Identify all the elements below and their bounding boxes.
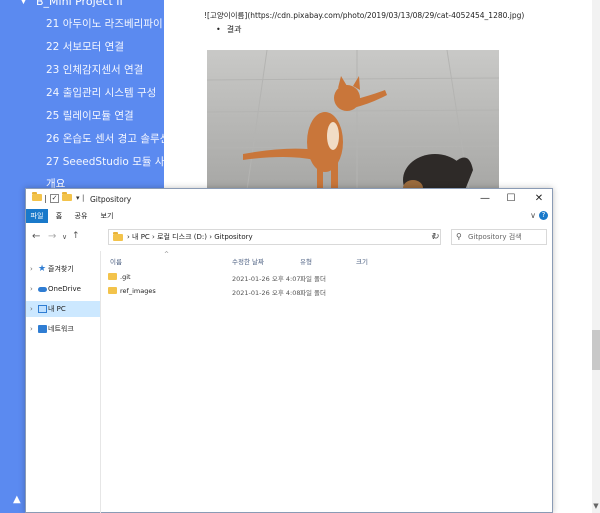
navigation-pane: › ★ 즐겨찾기 › OneDrive › 내 PC › 네트워크 — [26, 251, 101, 513]
file-type: 파일 폴더 — [300, 289, 326, 297]
file-type: 파일 폴더 — [300, 275, 326, 283]
page-scrollbar-thumb[interactable] — [592, 330, 600, 370]
bullet-text: 결과 — [226, 25, 242, 34]
table-row[interactable]: ref_images 2021-01-26 오후 4:08 파일 폴더 — [106, 285, 546, 297]
folder-icon — [32, 192, 42, 203]
search-box[interactable]: ⚲ — [451, 229, 547, 245]
up-icon[interactable]: ↑ — [72, 231, 80, 241]
nav-item-onedrive[interactable]: › OneDrive — [26, 281, 100, 297]
cat-photo-image — [207, 50, 499, 190]
back-icon[interactable]: ← — [32, 231, 40, 242]
scroll-down-icon[interactable]: ▼ — [592, 502, 600, 510]
markdown-image-line: ![고양이이름](https://cdn.pixabay.com/photo/2… — [204, 11, 525, 20]
nav-item-label: 네트워크 — [48, 325, 74, 333]
close-icon[interactable]: ✕ — [526, 189, 552, 209]
nav-item-label: 내 PC — [48, 305, 66, 313]
cat-photo — [207, 50, 499, 190]
expand-chevron-icon[interactable]: › — [30, 261, 33, 277]
refresh-icon[interactable]: ↻ — [432, 232, 440, 242]
file-name: ref_images — [120, 287, 156, 295]
minimize-icon[interactable]: — — [472, 189, 498, 209]
file-name: .git — [120, 273, 131, 281]
title-separator: | — [82, 194, 85, 202]
sidebar-project-title[interactable]: B_Mini Project II — [36, 0, 123, 8]
tab-home[interactable]: 홈 — [52, 209, 66, 223]
column-header-modified[interactable]: 수정한 날짜 — [232, 256, 264, 266]
file-list: ^ 이름 수정한 날짜 유형 크기 .git 2021-01-26 오후 4:0… — [106, 251, 552, 513]
title-bar[interactable]: | ✓ ▾ | Gitpository — ☐ ✕ — [26, 189, 552, 209]
expand-chevron-icon[interactable]: › — [30, 301, 33, 317]
breadcrumb-pc[interactable]: 내 PC — [132, 233, 150, 241]
nav-item-quick-access[interactable]: › ★ 즐겨찾기 — [26, 261, 100, 277]
quick-access-separator: | — [44, 194, 47, 203]
address-bar[interactable]: › 내 PC › 로컬 디스크 (D:) › Gitpository ∨ — [108, 229, 441, 245]
help-icon[interactable]: ? — [539, 211, 548, 220]
tab-file[interactable]: 파일 — [26, 209, 48, 223]
scroll-up-icon[interactable]: ▲ — [13, 494, 21, 505]
address-folder-icon — [113, 232, 123, 241]
nav-item-label: 즐겨찾기 — [48, 265, 74, 273]
ribbon-tabs: 파일 홈 공유 보기 ∨ ? — [26, 209, 552, 223]
customize-quick-access-icon[interactable]: ▾ — [76, 194, 80, 202]
nav-item-this-pc[interactable]: › 내 PC — [26, 301, 100, 317]
tab-view[interactable]: 보기 — [96, 209, 118, 223]
breadcrumb-drive[interactable]: 로컬 디스크 (D:) — [157, 233, 207, 241]
file-modified: 2021-01-26 오후 4:08 — [232, 289, 301, 297]
nav-item-label: OneDrive — [48, 285, 81, 293]
column-header-name[interactable]: 이름 — [110, 256, 122, 266]
collapse-caret-icon[interactable]: ▼ — [20, 0, 27, 6]
column-header-type[interactable]: 유형 — [300, 256, 312, 266]
search-input[interactable] — [468, 231, 544, 243]
new-folder-icon[interactable] — [62, 192, 72, 203]
window-title: Gitpository — [90, 195, 132, 204]
cloud-icon — [38, 287, 47, 292]
bullet-dot-icon: • — [216, 25, 221, 34]
folder-icon — [108, 287, 117, 294]
properties-icon[interactable]: ✓ — [50, 194, 59, 203]
forward-icon[interactable]: → — [48, 231, 56, 242]
maximize-icon[interactable]: ☐ — [498, 189, 524, 209]
pc-icon — [38, 305, 47, 313]
search-icon: ⚲ — [456, 232, 462, 241]
expand-chevron-icon[interactable]: › — [30, 321, 33, 337]
breadcrumb-folder[interactable]: Gitpository — [214, 233, 252, 241]
file-explorer-window: | ✓ ▾ | Gitpository — ☐ ✕ 파일 홈 공유 보기 ∨ ?… — [25, 188, 553, 513]
expand-ribbon-icon[interactable]: ∨ — [530, 211, 536, 220]
address-bar-row: ← → ∨ ↑ › 내 PC › 로컬 디스크 (D:) › Gitposito… — [26, 227, 552, 249]
table-row[interactable]: .git 2021-01-26 오후 4:07 파일 폴더 — [106, 271, 546, 283]
network-icon — [38, 325, 47, 333]
sort-caret-icon: ^ — [164, 251, 170, 258]
expand-chevron-icon[interactable]: › — [30, 281, 33, 297]
star-icon: ★ — [38, 264, 47, 274]
folder-icon — [108, 273, 117, 280]
column-header-size[interactable]: 크기 — [356, 256, 368, 266]
file-modified: 2021-01-26 오후 4:07 — [232, 275, 301, 283]
page-scrollbar[interactable] — [592, 0, 600, 513]
recent-locations-icon[interactable]: ∨ — [62, 233, 67, 241]
nav-item-network[interactable]: › 네트워크 — [26, 321, 100, 337]
bullet-item: • 결과 — [216, 24, 241, 35]
tab-share[interactable]: 공유 — [70, 209, 92, 223]
